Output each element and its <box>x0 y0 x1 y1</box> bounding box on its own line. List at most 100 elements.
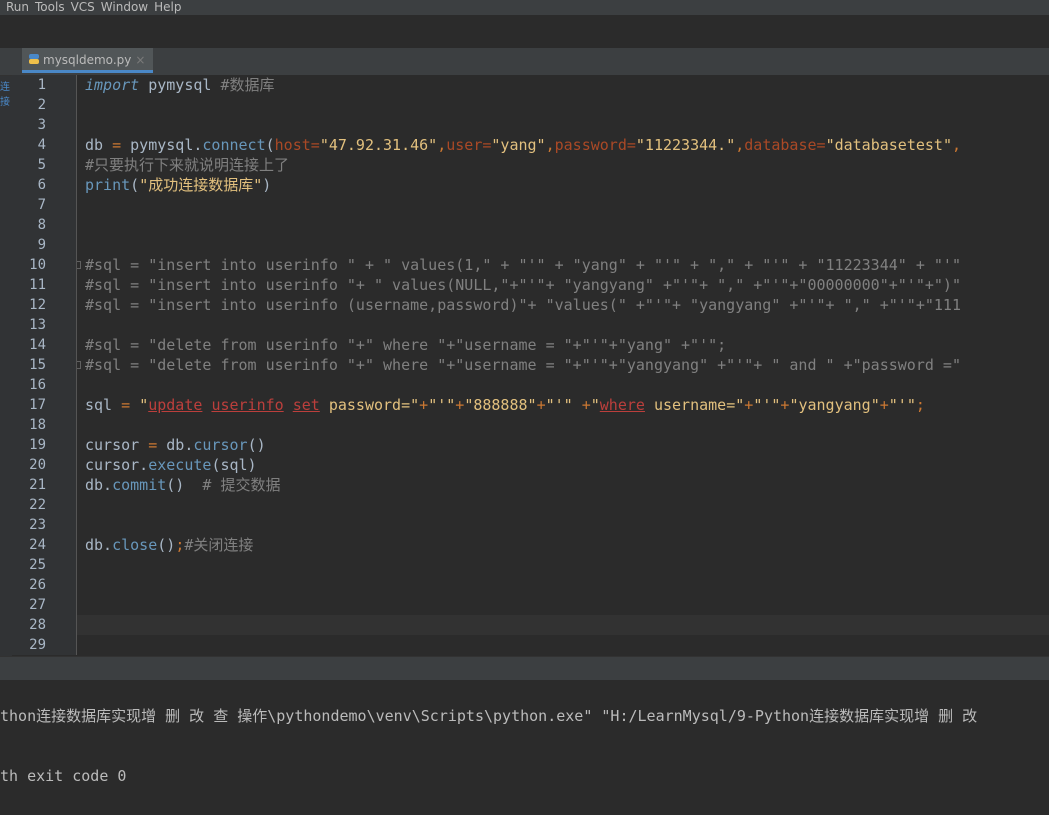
code-token: + <box>419 396 429 414</box>
code-token: ; <box>915 396 925 414</box>
code-line[interactable]: #sql = "delete from userinfo "+" where "… <box>85 335 726 355</box>
code-line[interactable]: import pymysql #数据库 <box>85 75 275 95</box>
code-token: # 提交数据 <box>202 476 281 494</box>
code-token: #sql = "insert into userinfo "+ " values… <box>85 276 961 294</box>
code-token: " <box>139 396 149 414</box>
code-line[interactable]: cursor = db.cursor() <box>85 435 266 455</box>
line-number: 20 <box>29 457 46 473</box>
menu-item-window[interactable]: Window <box>95 1 148 14</box>
menu-item-help[interactable]: Help <box>148 1 181 14</box>
run-console[interactable]: thon连接数据库实现增 删 改 查 操作\pythondemo\venv\Sc… <box>0 680 1049 815</box>
code-token: #sql = "delete from userinfo "+" where "… <box>85 356 961 374</box>
code-token: db. <box>85 536 113 554</box>
line-number: 13 <box>29 317 46 333</box>
code-token: "'" <box>753 396 781 414</box>
line-number: 1 <box>37 77 46 93</box>
code-token: connect <box>202 136 266 154</box>
code-line[interactable]: #sql = "insert into userinfo (username,p… <box>85 295 961 315</box>
code-token: password=" <box>319 396 420 414</box>
code-token: pymysql <box>139 76 221 94</box>
code-token: db. <box>85 476 113 494</box>
run-panel-header <box>0 656 1049 681</box>
menu-bar: Run Tools VCS Window Help <box>0 0 1049 15</box>
code-editor[interactable]: import pymysql #数据库 db = pymysql.connect (… <box>77 75 1049 655</box>
line-number: 18 <box>29 417 46 433</box>
code-line[interactable]: sql = "update userinfo set password="+"'… <box>85 395 925 415</box>
line-number: 9 <box>37 237 46 253</box>
code-token: + <box>879 396 889 414</box>
code-token: import <box>85 76 140 94</box>
code-token: () <box>247 436 266 454</box>
code-line[interactable]: db.close();#关闭连接 <box>85 535 253 555</box>
code-token: sql <box>85 396 122 414</box>
code-token: username=" <box>644 396 745 414</box>
code-line[interactable]: #sql = "insert into userinfo "+ " values… <box>85 275 961 295</box>
code-token: host= <box>274 136 320 154</box>
code-line[interactable]: #只要执行下来就说明连接上了 <box>85 155 289 175</box>
menu-item-run[interactable]: Run <box>0 1 29 14</box>
code-token: "47.92.31.46" <box>319 136 438 154</box>
code-token: set <box>292 396 320 414</box>
code-token: "'" <box>545 396 573 414</box>
code-token: cursor <box>193 436 248 454</box>
code-token: userinfo <box>211 396 284 414</box>
code-token: , <box>545 136 555 154</box>
code-line[interactable]: #sql = "delete from userinfo "+" where "… <box>85 355 961 375</box>
code-token: pymysql. <box>121 136 203 154</box>
code-token: " <box>590 396 600 414</box>
code-token: "888888" <box>464 396 537 414</box>
code-line[interactable]: print("成功连接数据库") <box>85 175 271 195</box>
code-token: = <box>112 136 122 154</box>
code-line[interactable]: #sql = "insert into userinfo " + " value… <box>85 255 961 275</box>
code-token: update <box>148 396 203 414</box>
code-token: #只要执行下来就说明连接上了 <box>85 156 290 174</box>
line-number: 14 <box>29 337 46 353</box>
menu-item-tools[interactable]: Tools <box>29 1 65 14</box>
console-line-exit: th exit code 0 <box>0 767 127 785</box>
code-token: , <box>952 136 962 154</box>
fold-marker-icon[interactable] <box>77 361 81 369</box>
code-token: "databasetest" <box>825 136 952 154</box>
code-token: + <box>455 396 465 414</box>
line-number: 24 <box>29 537 46 553</box>
line-number: 15 <box>29 357 46 373</box>
line-number: 25 <box>29 557 46 573</box>
code-token: #sql = "delete from userinfo "+" where "… <box>85 336 727 354</box>
code-token: db. <box>157 436 194 454</box>
code-token: "成功连接数据库" <box>139 176 263 194</box>
line-number: 21 <box>29 477 46 493</box>
code-token: ( <box>130 176 140 194</box>
code-token: #数据库 <box>220 76 275 94</box>
line-number: 26 <box>29 577 46 593</box>
code-token: #关闭连接 <box>184 536 254 554</box>
line-number: 23 <box>29 517 46 533</box>
code-line[interactable]: cursor.execute(sql) <box>85 455 257 475</box>
code-token: (sql) <box>211 456 257 474</box>
line-number: 7 <box>37 197 46 213</box>
python-file-icon <box>29 54 39 64</box>
tab-mysqldemo[interactable]: mysqldemo.py × <box>22 48 154 73</box>
code-token: #sql = "insert into userinfo (username,p… <box>85 296 961 314</box>
left-strip-label[interactable]: 连接 <box>0 78 12 108</box>
code-token: db <box>85 136 113 154</box>
line-number: 11 <box>29 277 46 293</box>
line-number: 4 <box>37 137 46 153</box>
code-token: "yang" <box>491 136 546 154</box>
line-number: 19 <box>29 437 46 453</box>
code-token: ) <box>262 176 272 194</box>
code-line[interactable]: db.commit() # 提交数据 <box>85 475 280 495</box>
code-token: "yangyang" <box>789 396 880 414</box>
code-line[interactable]: db = pymysql.connect(host="47.92.31.46",… <box>85 135 961 155</box>
line-number: 2 <box>37 97 46 113</box>
console-line-command: thon连接数据库实现增 删 改 查 操作\pythondemo\venv\Sc… <box>0 707 978 725</box>
menu-item-vcs[interactable]: VCS <box>65 1 95 14</box>
line-number: 5 <box>37 157 46 173</box>
close-icon[interactable]: × <box>135 53 145 67</box>
line-number: 8 <box>37 217 46 233</box>
fold-marker-icon[interactable] <box>77 261 81 269</box>
code-token: database= <box>744 136 826 154</box>
current-line-highlight <box>77 615 1049 635</box>
